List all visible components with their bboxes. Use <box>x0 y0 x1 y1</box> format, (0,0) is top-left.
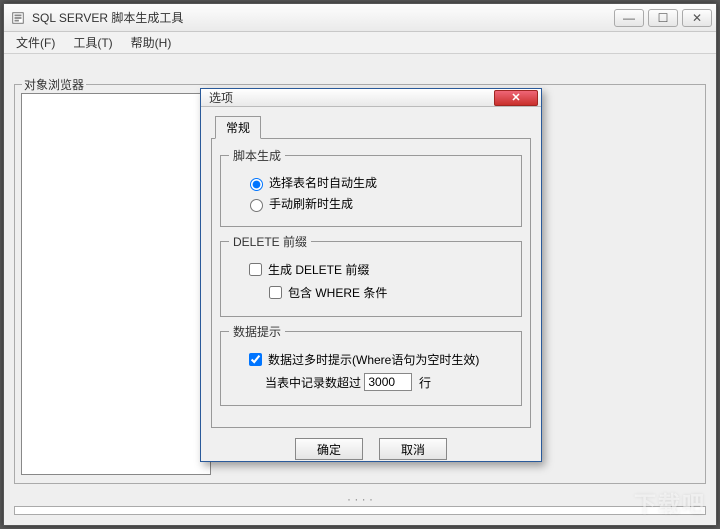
tab-panel-general: 脚本生成 选择表名时自动生成 手动刷新时生成 DELETE 前缀 生成 DELE… <box>211 138 531 428</box>
window-title: SQL SERVER 脚本生成工具 <box>32 9 614 26</box>
dialog-titlebar: 选项 ✕ <box>201 89 541 107</box>
rows-threshold-row: 当表中记录数超过 行 <box>265 373 513 391</box>
group-delete-prefix: DELETE 前缀 生成 DELETE 前缀 包含 WHERE 条件 <box>220 233 522 317</box>
dialog-close-button[interactable]: ✕ <box>494 90 538 106</box>
close-button[interactable]: ✕ <box>682 9 712 27</box>
options-dialog: 选项 ✕ 常规 脚本生成 选择表名时自动生成 手动刷新时生成 DELETE 前缀 <box>200 88 542 462</box>
ok-button[interactable]: 确定 <box>295 438 363 460</box>
minimize-button[interactable]: — <box>614 9 644 27</box>
radio-manual-generate-input[interactable] <box>250 199 263 212</box>
radio-auto-generate-input[interactable] <box>250 178 263 191</box>
group-data-legend: 数据提示 <box>229 323 285 340</box>
dialog-tabs: 常规 <box>211 116 531 139</box>
group-script-legend: 脚本生成 <box>229 147 285 164</box>
group-script-generation: 脚本生成 选择表名时自动生成 手动刷新时生成 <box>220 147 522 227</box>
object-browser-tree[interactable] <box>21 93 211 475</box>
menu-file[interactable]: 文件(F) <box>8 32 63 53</box>
checkbox-include-where-label: 包含 WHERE 条件 <box>288 284 387 301</box>
radio-manual-generate[interactable]: 手动刷新时生成 <box>245 195 513 212</box>
radio-manual-generate-label: 手动刷新时生成 <box>269 195 353 212</box>
dialog-body: 常规 脚本生成 选择表名时自动生成 手动刷新时生成 DELETE 前缀 生成 D… <box>201 107 541 464</box>
menu-tools[interactable]: 工具(T) <box>65 32 120 53</box>
checkbox-warn-label: 数据过多时提示(Where语句为空时生效) <box>268 351 479 368</box>
rows-threshold-input[interactable] <box>364 373 412 391</box>
rows-prefix: 当表中记录数超过 <box>265 374 361 391</box>
radio-auto-generate-label: 选择表名时自动生成 <box>269 174 377 191</box>
checkbox-warn-too-much[interactable]: 数据过多时提示(Where语句为空时生效) <box>245 350 513 369</box>
checkbox-include-where-input[interactable] <box>269 286 282 299</box>
maximize-button[interactable]: ☐ <box>648 9 678 27</box>
titlebar: SQL SERVER 脚本生成工具 — ☐ ✕ <box>4 4 716 32</box>
menubar: 文件(F) 工具(T) 帮助(H) <box>4 32 716 54</box>
bottom-panel <box>14 506 706 515</box>
tab-general[interactable]: 常规 <box>215 116 261 139</box>
dialog-buttons: 确定 取消 <box>211 438 531 460</box>
group-delete-legend: DELETE 前缀 <box>229 233 311 250</box>
checkbox-gen-delete-label: 生成 DELETE 前缀 <box>268 261 369 278</box>
splitter[interactable]: · · · · <box>14 494 706 504</box>
cancel-button[interactable]: 取消 <box>379 438 447 460</box>
window-controls: — ☐ ✕ <box>614 9 712 27</box>
dialog-title: 选项 <box>209 89 494 106</box>
object-browser-label: 对象浏览器 <box>22 76 86 93</box>
radio-auto-generate[interactable]: 选择表名时自动生成 <box>245 174 513 191</box>
checkbox-gen-delete[interactable]: 生成 DELETE 前缀 <box>245 260 513 279</box>
app-icon <box>10 10 26 26</box>
checkbox-gen-delete-input[interactable] <box>249 263 262 276</box>
group-data-warning: 数据提示 数据过多时提示(Where语句为空时生效) 当表中记录数超过 行 <box>220 323 522 406</box>
rows-suffix: 行 <box>419 374 431 391</box>
menu-help[interactable]: 帮助(H) <box>123 32 180 53</box>
checkbox-warn-input[interactable] <box>249 353 262 366</box>
checkbox-include-where[interactable]: 包含 WHERE 条件 <box>265 283 513 302</box>
